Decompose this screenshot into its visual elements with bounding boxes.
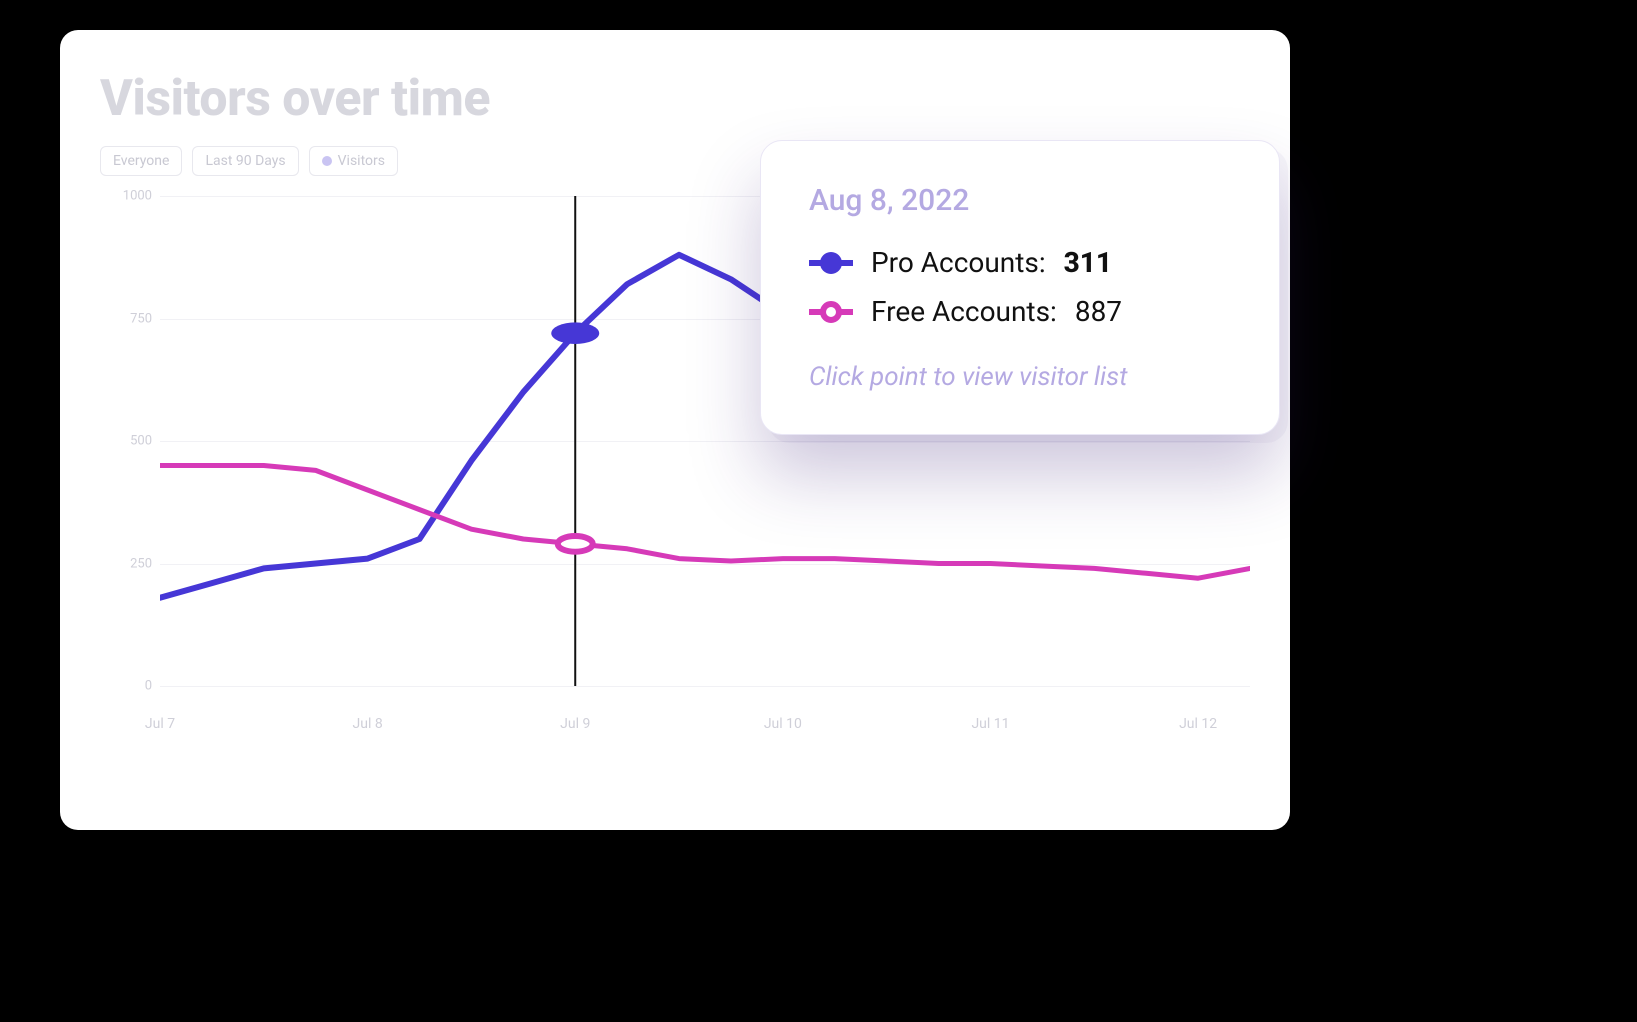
- y-tick-label: 500: [130, 434, 152, 449]
- tooltip-hint: Click point to view visitor list: [809, 362, 1231, 392]
- x-tick-label: Jul 11: [971, 716, 1009, 732]
- y-tick-label: 1000: [123, 189, 152, 204]
- tooltip-pro-label: Pro Accounts:: [871, 246, 1046, 279]
- chart-title: Visitors over time: [100, 70, 1250, 128]
- tooltip-free-label: Free Accounts:: [871, 295, 1057, 328]
- data-point-pro[interactable]: [551, 322, 599, 344]
- filter-segment-label: Everyone: [113, 153, 169, 169]
- chart-tooltip: Aug 8, 2022 Pro Accounts: 311 Free Accou…: [760, 140, 1280, 435]
- filter-daterange-label: Last 90 Days: [205, 153, 285, 169]
- visitors-dot-icon: [322, 156, 332, 166]
- pro-series-marker-icon: [809, 252, 853, 274]
- y-tick-label: 0: [145, 679, 152, 694]
- filter-metric-label: Visitors: [338, 153, 385, 169]
- y-tick-label: 750: [130, 311, 152, 326]
- filter-daterange[interactable]: Last 90 Days: [192, 146, 298, 176]
- filter-metric[interactable]: Visitors: [309, 146, 398, 176]
- tooltip-row-free[interactable]: Free Accounts: 887: [809, 295, 1231, 328]
- x-tick-label: Jul 12: [1179, 716, 1217, 732]
- data-point-free[interactable]: [558, 536, 593, 552]
- tooltip-free-value: 887: [1075, 295, 1122, 328]
- free-series-marker-icon: [809, 301, 853, 323]
- filter-segment[interactable]: Everyone: [100, 146, 182, 176]
- tooltip-date: Aug 8, 2022: [809, 183, 1231, 218]
- x-axis: Jul 7Jul 8Jul 9Jul 10Jul 11Jul 12: [160, 716, 1250, 756]
- y-axis: 02505007501000: [100, 196, 160, 686]
- x-tick-label: Jul 8: [353, 716, 383, 732]
- gridline: [160, 686, 1250, 687]
- y-tick-label: 250: [130, 556, 152, 571]
- tooltip-pro-value: 311: [1064, 246, 1112, 279]
- tooltip-row-pro[interactable]: Pro Accounts: 311: [809, 246, 1231, 279]
- x-tick-label: Jul 10: [764, 716, 802, 732]
- x-tick-label: Jul 9: [560, 716, 590, 732]
- x-tick-label: Jul 7: [145, 716, 175, 732]
